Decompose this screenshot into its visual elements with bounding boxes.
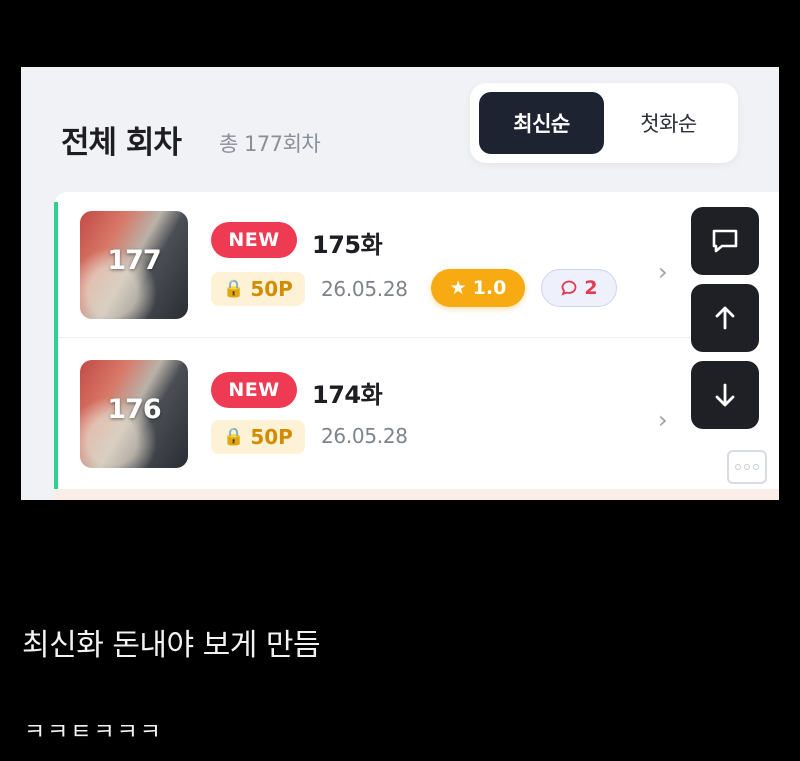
- chat-bubble-icon: [712, 229, 738, 253]
- comment-count: 2: [584, 277, 598, 299]
- new-badge: NEW: [211, 222, 297, 258]
- caption-line-1: 최신화 돈내야 보게 만듬: [22, 628, 321, 663]
- price-badge: 🔒 50P: [211, 420, 305, 454]
- episode-count: 총 177회차: [219, 132, 321, 156]
- chat-watermark-icon: [727, 450, 767, 484]
- scroll-up-button[interactable]: [691, 284, 759, 352]
- episode-row[interactable]: 176 NEW 174화 🔒 50P 26.05.28 ›: [58, 340, 758, 486]
- star-icon: ★: [449, 277, 467, 299]
- sort-latest-button[interactable]: 최신순: [479, 92, 604, 154]
- rating-badge: ★ 1.0: [431, 269, 525, 307]
- episode-thumbnail: 177: [80, 211, 188, 319]
- caption-line-2: ㅋㅋㅌㅋㅋㅋ: [24, 719, 163, 745]
- price-badge: 🔒 50P: [211, 272, 305, 306]
- arrow-up-icon: [715, 306, 735, 330]
- episode-thumbnail: 176: [80, 360, 188, 468]
- screenshot-panel: 전체 회차 총 177회차 최신순 첫화순 177 NEW 175화 🔒 50P…: [21, 67, 779, 500]
- price-text: 50P: [250, 425, 293, 449]
- episode-date: 26.05.28: [321, 277, 408, 301]
- sort-first-button[interactable]: 첫화순: [606, 92, 731, 154]
- lock-icon: 🔒: [223, 427, 245, 447]
- new-badge: NEW: [211, 372, 297, 408]
- chevron-right-icon: ›: [658, 406, 668, 434]
- scroll-down-button[interactable]: [691, 361, 759, 429]
- lock-icon: 🔒: [223, 279, 245, 299]
- arrow-down-icon: [715, 383, 735, 407]
- episode-title: 175화: [312, 231, 383, 259]
- chevron-right-icon: ›: [658, 258, 668, 286]
- sort-toggle: 최신순 첫화순: [470, 83, 738, 163]
- comment-icon: [561, 280, 577, 296]
- episode-title: 174화: [312, 381, 383, 409]
- episode-list: 177 NEW 175화 🔒 50P 26.05.28 ★ 1.0 2 › 17…: [54, 192, 779, 500]
- next-row-edge: [54, 489, 779, 500]
- rating-value: 1.0: [472, 277, 507, 299]
- episode-date: 26.05.28: [321, 424, 408, 448]
- price-text: 50P: [250, 277, 293, 301]
- episode-row[interactable]: 177 NEW 175화 🔒 50P 26.05.28 ★ 1.0 2 ›: [58, 192, 758, 338]
- chat-button[interactable]: [691, 207, 759, 275]
- section-title: 전체 회차: [61, 125, 182, 161]
- comment-badge: 2: [541, 269, 617, 307]
- thumbnail-number: 176: [107, 394, 161, 425]
- thumbnail-number: 177: [107, 245, 161, 276]
